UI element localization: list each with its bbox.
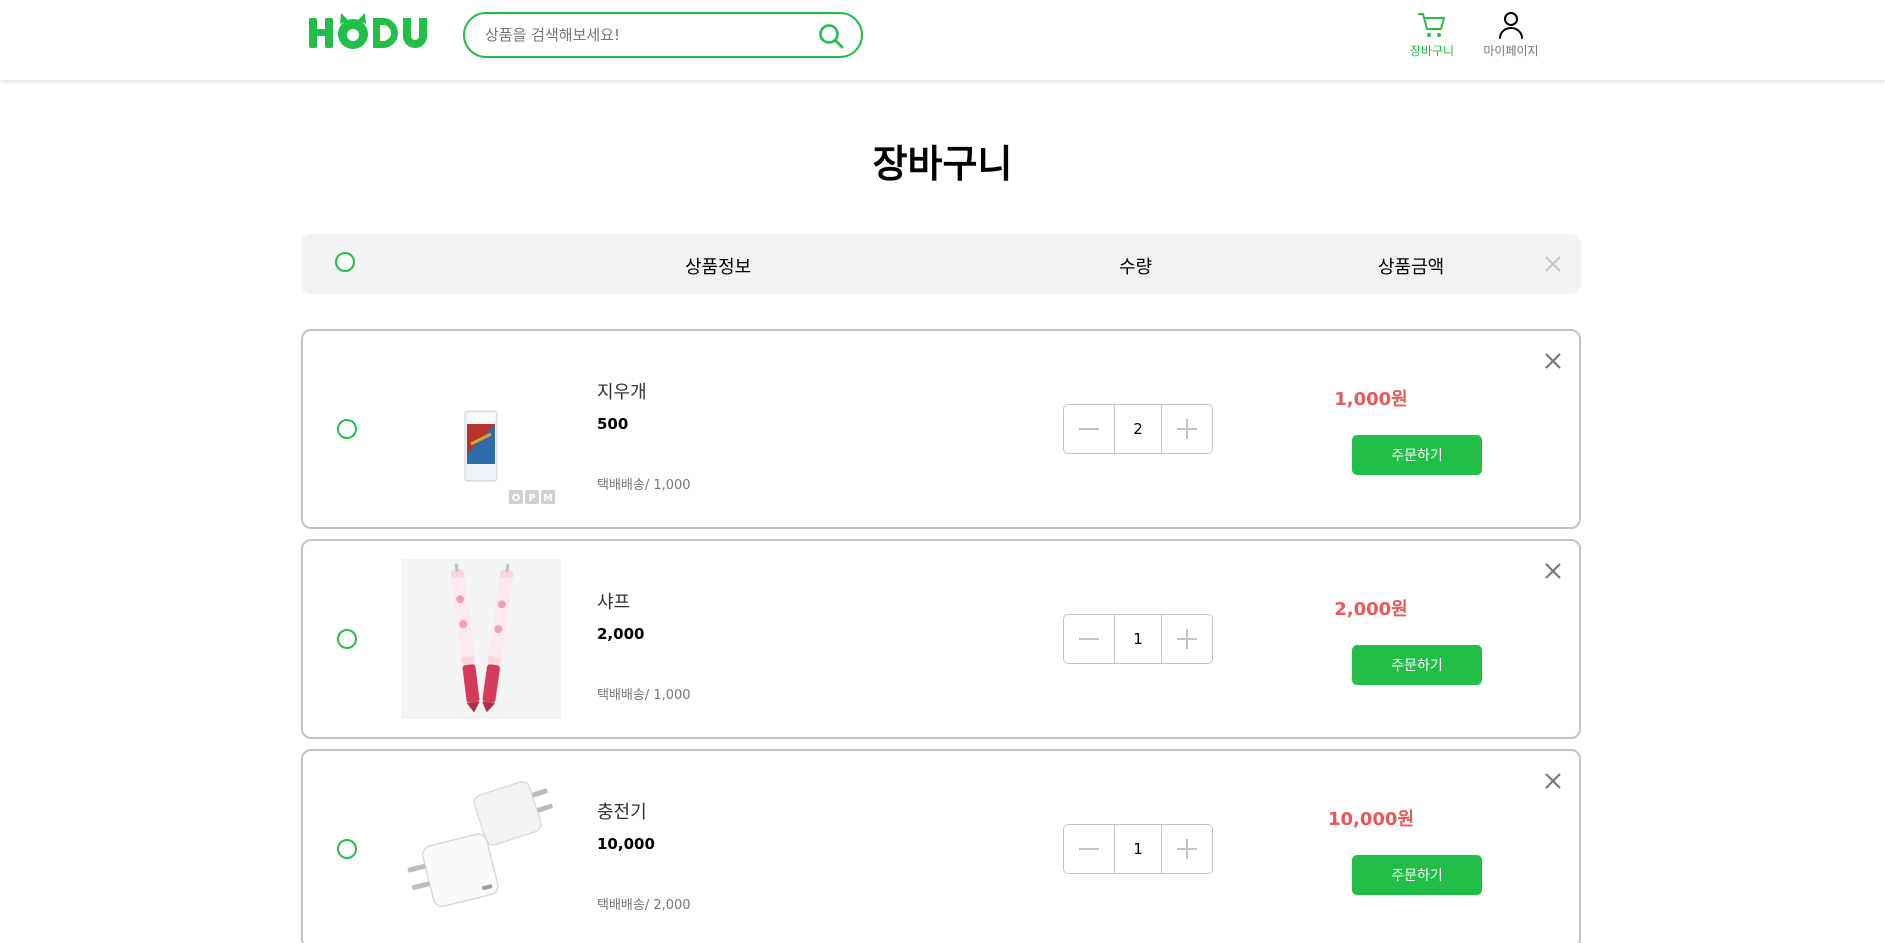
search-bar	[463, 12, 863, 58]
select-all-radio[interactable]	[335, 252, 355, 272]
quantity-stepper: 2	[1063, 404, 1213, 454]
opm-caption-m: M	[543, 493, 553, 504]
decrease-button[interactable]	[1064, 825, 1114, 873]
item-shipping: 택배배송/ 2,000	[597, 898, 691, 913]
nav-mypage-button[interactable]: 마이페이지	[1476, 10, 1546, 62]
charger-image[interactable]	[401, 769, 561, 929]
item-total-price: 2,000원	[1334, 599, 1408, 620]
cart-item: O P M 지우개 500 택배배송/ 1,000 2 1,000원 주문하기	[301, 329, 1581, 529]
minus-icon	[1079, 428, 1099, 430]
cart-table-header: 상품정보 수량 상품금액	[301, 234, 1581, 294]
eraser-image[interactable]: O P M	[401, 349, 561, 509]
order-button[interactable]: 주문하기	[1352, 435, 1482, 475]
cart-item: 샤프 2,000 택배배송/ 1,000 1 2,000원 주문하기	[301, 539, 1581, 739]
item-total-price: 10,000원	[1327, 809, 1415, 830]
hodu-logo[interactable]	[307, 10, 435, 52]
quantity-stepper: 1	[1063, 614, 1213, 664]
item-unit-price: 500	[597, 415, 629, 433]
increase-button[interactable]	[1162, 825, 1212, 873]
remove-item-close-icon[interactable]	[1542, 560, 1564, 582]
plus-icon	[1177, 419, 1197, 439]
item-name: 샤프	[597, 592, 631, 613]
quantity-value: 1	[1114, 825, 1162, 873]
page-title: 장바구니	[872, 142, 1013, 186]
header-quantity: 수량	[1119, 257, 1153, 278]
cart-item: 충전기 10,000 택배배송/ 2,000 1 10,000원 주문하기	[301, 749, 1581, 943]
plus-icon	[1177, 629, 1197, 649]
delete-all-close-icon[interactable]	[1542, 253, 1564, 275]
nav-mypage-label: 마이페이지	[1483, 44, 1539, 58]
cart-icon	[1418, 13, 1445, 37]
order-button[interactable]: 주문하기	[1352, 645, 1482, 685]
pencil-picture	[401, 559, 561, 719]
decrease-button[interactable]	[1064, 405, 1114, 453]
quantity-stepper: 1	[1063, 824, 1213, 874]
opm-caption-p: P	[528, 493, 535, 504]
item-select-radio[interactable]	[337, 839, 357, 859]
charger-picture	[407, 781, 553, 907]
search-icon[interactable]	[817, 22, 845, 50]
header: 장바구니 마이페이지	[0, 0, 1885, 80]
header-product-info: 상품정보	[685, 257, 752, 278]
increase-button[interactable]	[1162, 615, 1212, 663]
item-unit-price: 10,000	[597, 835, 655, 853]
decrease-button[interactable]	[1064, 615, 1114, 663]
increase-button[interactable]	[1162, 405, 1212, 453]
header-price: 상품금액	[1378, 257, 1445, 278]
item-name: 충전기	[597, 802, 647, 823]
plus-icon	[1177, 839, 1197, 859]
item-total-price: 1,000원	[1334, 389, 1408, 410]
item-select-radio[interactable]	[337, 419, 357, 439]
item-name: 지우개	[597, 382, 647, 403]
item-unit-price: 2,000	[597, 625, 645, 643]
opm-caption-o: O	[512, 493, 521, 504]
quantity-value: 1	[1114, 615, 1162, 663]
mechanical-pencil-image[interactable]	[401, 559, 561, 719]
eraser-picture: O P M	[464, 410, 555, 504]
item-shipping: 택배배송/ 1,000	[597, 688, 691, 703]
remove-item-close-icon[interactable]	[1542, 350, 1564, 372]
minus-icon	[1079, 848, 1099, 850]
user-icon	[1499, 12, 1523, 39]
search-input[interactable]	[485, 22, 805, 48]
order-button[interactable]: 주문하기	[1352, 855, 1482, 895]
item-shipping: 택배배송/ 1,000	[597, 478, 691, 493]
quantity-value: 2	[1114, 405, 1162, 453]
remove-item-close-icon[interactable]	[1542, 770, 1564, 792]
nav-cart-label: 장바구니	[1409, 44, 1455, 58]
minus-icon	[1079, 638, 1099, 640]
item-select-radio[interactable]	[337, 629, 357, 649]
nav-cart-button[interactable]: 장바구니	[1397, 10, 1467, 62]
